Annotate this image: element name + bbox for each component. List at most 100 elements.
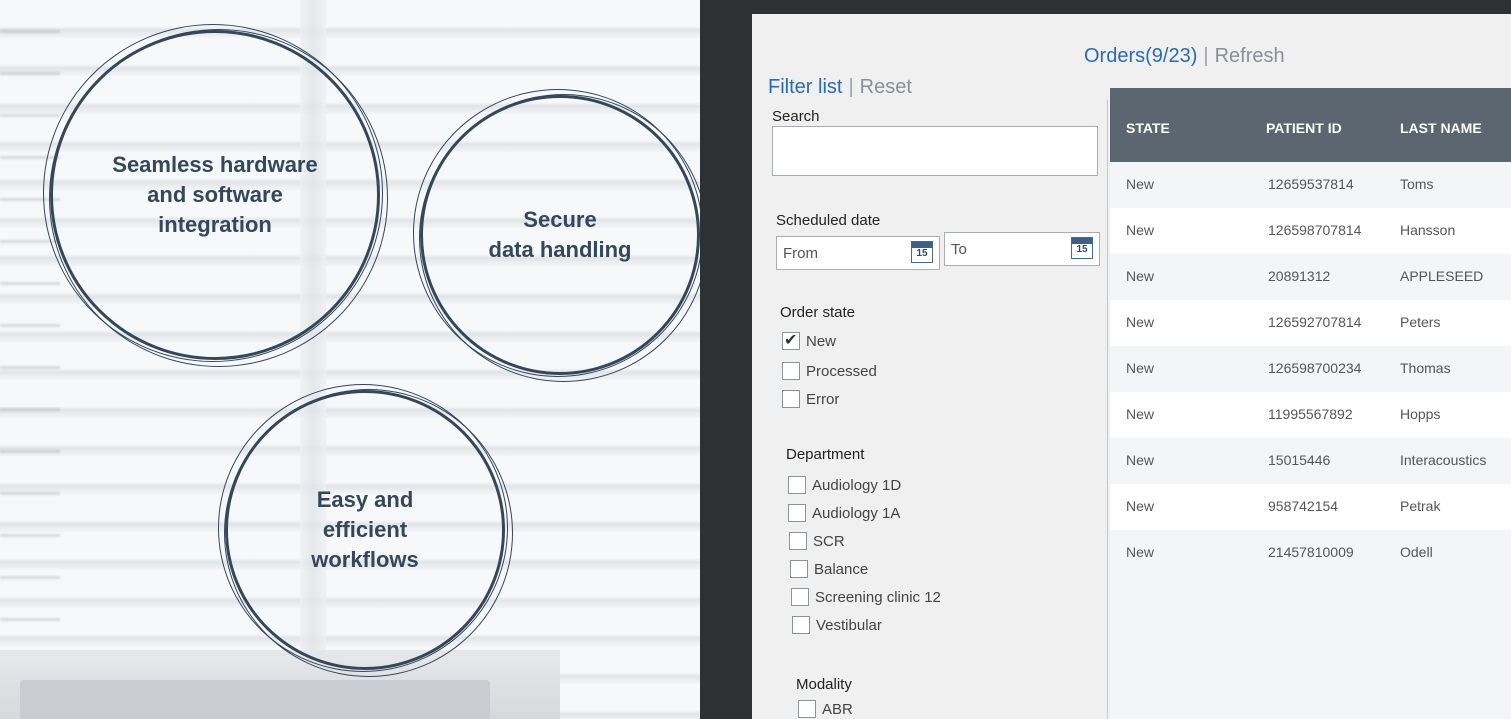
cell-last-name: Thomas: [1400, 360, 1451, 376]
table-row[interactable]: New 15015446 Interacoustics: [1110, 438, 1511, 484]
cell-last-name: Peters: [1400, 314, 1441, 330]
checkbox-icon[interactable]: [788, 504, 806, 522]
cell-state: New: [1126, 360, 1155, 376]
to-date-input[interactable]: To 15: [944, 232, 1100, 266]
checkbox-department[interactable]: Vestibular: [792, 616, 882, 634]
checkbox-label: Vestibular: [816, 616, 882, 634]
table-row[interactable]: New 20891312 APPLESEED: [1110, 254, 1511, 300]
table-row[interactable]: New 126598700234 Thomas: [1110, 346, 1511, 392]
reset-link[interactable]: Reset: [860, 76, 912, 98]
feature-text: Easy and: [316, 487, 414, 512]
scheduled-date-label: Scheduled date: [776, 212, 881, 229]
checkbox-label: Screening clinic 12: [815, 588, 941, 606]
cell-patient-id: 958742154: [1268, 498, 1339, 514]
checkbox-department[interactable]: SCR: [789, 532, 845, 550]
checkbox-label: Error: [806, 390, 840, 408]
checkbox-modality[interactable]: ABR: [798, 700, 853, 718]
cell-last-name: Toms: [1400, 176, 1434, 192]
cell-patient-id: 20891312: [1268, 268, 1331, 284]
cell-patient-id: 11995567892: [1268, 406, 1353, 422]
search-input[interactable]: [772, 126, 1098, 176]
checkbox-label: Processed: [806, 362, 877, 380]
from-placeholder: From: [783, 245, 818, 262]
calendar-icon[interactable]: 15: [1071, 237, 1093, 259]
cell-state: New: [1126, 544, 1155, 560]
checkbox-label: Audiology 1A: [812, 504, 901, 522]
from-date-input[interactable]: From 15: [776, 236, 940, 270]
checkbox-icon[interactable]: [798, 700, 816, 718]
background-desk: [0, 650, 560, 719]
feature-text: integration: [158, 212, 272, 237]
checkbox-icon[interactable]: [782, 362, 800, 380]
modality-label: Modality: [796, 676, 852, 693]
cell-state: New: [1126, 406, 1155, 422]
checkbox-icon[interactable]: [791, 588, 809, 606]
orders-header: Orders(9/23) | Refresh: [1084, 45, 1285, 67]
search-label: Search: [772, 108, 820, 125]
cell-patient-id: 126592707814: [1268, 314, 1362, 330]
table-row[interactable]: New 21457810009 Odell: [1110, 530, 1511, 576]
feature-text: Secure: [523, 207, 597, 232]
feature-text: data handling: [488, 237, 632, 262]
cell-last-name: Odell: [1400, 544, 1433, 560]
feature-circle-integration: Seamless hardware and software integrati…: [43, 24, 388, 367]
feature-text: and software: [147, 182, 283, 207]
cell-patient-id: 12659537814: [1268, 176, 1354, 192]
checkbox-icon[interactable]: [789, 532, 807, 550]
checkbox-checked-icon[interactable]: [782, 330, 800, 350]
cell-last-name: Petrak: [1400, 498, 1441, 514]
filter-header: Filter list | Reset: [768, 76, 912, 98]
cell-patient-id: 15015446: [1268, 452, 1331, 468]
filter-list-link[interactable]: Filter list: [768, 76, 842, 98]
table-header: STATE PATIENT ID LAST NAME: [1110, 88, 1511, 162]
checkbox-department[interactable]: Audiology 1A: [788, 504, 900, 522]
checkbox-label: Balance: [814, 560, 869, 578]
cell-state: New: [1126, 176, 1155, 192]
department-label: Department: [786, 446, 865, 463]
checkbox-processed[interactable]: Processed: [782, 362, 877, 380]
table-row[interactable]: New 126592707814 Peters: [1110, 300, 1511, 346]
checkbox-icon[interactable]: [790, 560, 808, 578]
calendar-icon[interactable]: 15: [911, 241, 933, 263]
checkbox-department[interactable]: Balance: [790, 560, 868, 578]
checkbox-label: ABR: [822, 700, 853, 718]
column-header-last-name[interactable]: LAST NAME: [1400, 120, 1482, 136]
feature-circle-security: Secure data handling: [413, 89, 708, 382]
feature-text: efficient: [322, 517, 408, 542]
refresh-link[interactable]: Refresh: [1215, 45, 1285, 67]
table-row[interactable]: New 126598707814 Hansson: [1110, 208, 1511, 254]
column-header-state[interactable]: STATE: [1126, 120, 1170, 136]
checkbox-error[interactable]: Error: [782, 390, 839, 408]
app-screen: Filter list | Reset Search Scheduled date …: [752, 10, 1511, 719]
checkbox-icon[interactable]: [782, 390, 800, 408]
feature-text: workflows: [311, 547, 419, 572]
checkbox-new[interactable]: New: [782, 330, 836, 350]
cell-state: New: [1126, 498, 1155, 514]
checkbox-label: Audiology 1D: [812, 476, 902, 494]
feature-circle-workflows: Easy and efficient workflows: [218, 384, 513, 677]
checkbox-department[interactable]: Screening clinic 12: [791, 588, 941, 606]
column-header-patient-id[interactable]: PATIENT ID: [1266, 120, 1342, 136]
cell-last-name: Interacoustics: [1400, 452, 1487, 468]
table-row[interactable]: New 11995567892 Hopps: [1110, 392, 1511, 438]
panel-divider: [1107, 100, 1108, 719]
feature-text: Seamless hardware: [112, 152, 318, 177]
cell-state: New: [1126, 222, 1155, 238]
checkbox-label: SCR: [813, 532, 845, 550]
table-row[interactable]: New 12659537814 Toms: [1110, 162, 1511, 208]
cell-last-name: APPLESEED: [1400, 268, 1484, 284]
cell-last-name: Hopps: [1400, 406, 1441, 422]
cell-patient-id: 21457810009: [1268, 544, 1354, 560]
table-row[interactable]: New 958742154 Petrak: [1110, 484, 1511, 530]
checkbox-icon[interactable]: [788, 476, 806, 494]
cell-state: New: [1126, 452, 1155, 468]
cell-last-name: Hansson: [1400, 222, 1456, 238]
cell-patient-id: 126598700234: [1268, 360, 1362, 376]
cell-state: New: [1126, 268, 1155, 284]
cell-state: New: [1126, 314, 1155, 330]
checkbox-icon[interactable]: [792, 616, 810, 634]
checkbox-department[interactable]: Audiology 1D: [788, 476, 901, 494]
orders-table: STATE PATIENT ID LAST NAME New 126595378…: [1110, 88, 1511, 719]
order-state-label: Order state: [780, 304, 856, 321]
orders-title[interactable]: Orders(9/23): [1084, 45, 1197, 67]
